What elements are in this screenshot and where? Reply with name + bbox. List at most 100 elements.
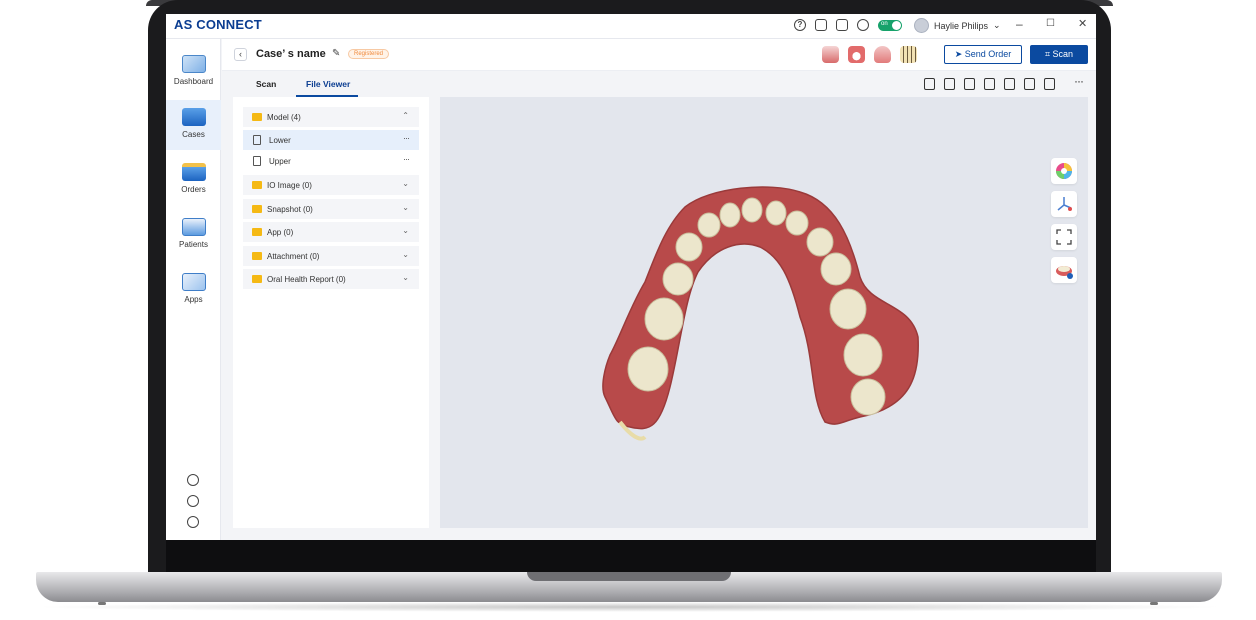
file-upper[interactable]: Upper ···: [243, 151, 419, 171]
sidebar-item-label: Patients: [179, 240, 208, 249]
user-name: Haylie Philips: [934, 20, 989, 31]
bite-icon[interactable]: [900, 46, 917, 63]
chevron-down-icon: ⌄: [402, 250, 409, 259]
folder-icon: [252, 113, 262, 121]
title-bar: AS CONNECT ? on Haylie Philips ⌄ – ☐ ✕: [166, 14, 1096, 39]
file-icon: [253, 156, 261, 166]
dental-arch-model[interactable]: [440, 97, 1088, 528]
edit-icon[interactable]: ✎: [332, 48, 340, 59]
laptop-shadow: [30, 602, 1228, 612]
calendar-icon[interactable]: [836, 19, 848, 31]
scan-label: Scan: [1052, 49, 1074, 59]
edit-file-icon[interactable]: [984, 78, 995, 90]
settings-icon[interactable]: [187, 474, 199, 486]
import-icon[interactable]: [944, 78, 955, 90]
help-icon[interactable]: ?: [794, 19, 806, 31]
orders-icon: [181, 163, 206, 181]
file-label: Upper: [269, 157, 291, 166]
fullscreen-icon: [1056, 229, 1072, 245]
minimize-button[interactable]: –: [1016, 17, 1023, 31]
occlusion-button[interactable]: [1051, 257, 1077, 283]
print-icon[interactable]: [1004, 78, 1015, 90]
chevron-down-icon: ⌄: [402, 203, 409, 212]
apps-icon: [181, 273, 206, 291]
jaw-both-icon[interactable]: [822, 46, 839, 63]
tab-bar: Scan File Viewer ···: [222, 71, 1096, 97]
tab-scan[interactable]: Scan: [256, 79, 276, 89]
sidebar-item-cases[interactable]: Cases: [166, 100, 221, 150]
file-lower[interactable]: Lower ···: [243, 130, 419, 150]
laptop-notch: [527, 572, 731, 581]
chevron-down-icon: ⌄: [402, 179, 409, 188]
folder-snapshot[interactable]: Snapshot (0) ⌄: [243, 199, 419, 219]
sidebar: Dashboard Cases Orders Patients Apps: [166, 39, 221, 540]
folder-icon: [252, 228, 262, 236]
online-toggle[interactable]: on: [878, 19, 902, 31]
folder-io-image[interactable]: IO Image (0) ⌄: [243, 175, 419, 195]
sidebar-item-apps[interactable]: Apps: [166, 265, 221, 315]
cloud-icon[interactable]: [857, 19, 869, 31]
tab-file-viewer[interactable]: File Viewer: [306, 79, 350, 89]
dashboard-icon: [181, 55, 206, 73]
screen-share-icon[interactable]: [815, 19, 827, 31]
laptop-foot: [1150, 602, 1158, 605]
laptop-foot: [98, 602, 106, 605]
back-button[interactable]: ‹: [234, 48, 247, 61]
delete-icon[interactable]: [1024, 78, 1035, 90]
folder-icon: [252, 252, 262, 260]
sidebar-item-label: Apps: [184, 295, 203, 304]
color-toggle-button[interactable]: [1051, 158, 1077, 184]
sidebar-item-label: Dashboard: [173, 77, 214, 86]
file-label: Lower: [269, 136, 291, 145]
copy-icon[interactable]: [964, 78, 975, 90]
file-icon: [253, 135, 261, 145]
axis-icon: [1057, 197, 1072, 211]
maximize-button[interactable]: ☐: [1046, 18, 1055, 29]
sidebar-item-label: Cases: [182, 130, 205, 139]
file-tree-panel: Model (4) ⌃ Lower ··· Upper ··· IO Image…: [233, 97, 429, 528]
laptop-bezel: [166, 540, 1096, 572]
send-order-button[interactable]: ➤ Send Order: [944, 45, 1022, 64]
folder-label: Attachment (0): [267, 252, 320, 261]
user-menu[interactable]: Haylie Philips ⌄: [914, 18, 1001, 33]
upper-arch-icon[interactable]: [874, 46, 891, 63]
chevron-down-icon: ⌄: [402, 273, 409, 282]
folder-app[interactable]: App (0) ⌄: [243, 222, 419, 242]
folder-label: IO Image (0): [267, 181, 312, 190]
chevron-up-icon: ⌃: [402, 111, 409, 120]
folder-model[interactable]: Model (4) ⌃: [243, 107, 419, 127]
report-icon[interactable]: [1044, 78, 1055, 90]
cases-icon: [181, 108, 206, 126]
model-viewer[interactable]: [440, 97, 1088, 528]
case-header: ‹ Case’ s name ✎ Registered ➤ Send Order…: [222, 39, 1096, 71]
scan-button[interactable]: ⌗ Scan: [1030, 45, 1088, 64]
jaw-occlusion-icon: [1056, 266, 1073, 279]
fit-view-button[interactable]: [1051, 224, 1077, 250]
close-button[interactable]: ✕: [1078, 17, 1087, 30]
folder-oral-health-report[interactable]: Oral Health Report (0) ⌄: [243, 269, 419, 289]
sidebar-item-orders[interactable]: Orders: [166, 155, 221, 205]
more-icon[interactable]: ···: [1074, 74, 1084, 88]
smile-icon[interactable]: [848, 46, 865, 63]
export-icon[interactable]: [924, 78, 935, 90]
folder-label: Snapshot (0): [267, 205, 313, 214]
info-icon[interactable]: [187, 516, 199, 528]
sidebar-item-patients[interactable]: Patients: [166, 210, 221, 260]
sidebar-item-dashboard[interactable]: Dashboard: [166, 47, 221, 97]
folder-label: App (0): [267, 228, 294, 237]
chevron-down-icon: ⌄: [402, 226, 409, 235]
folder-label: Model (4): [267, 113, 301, 122]
globe-icon[interactable]: [187, 495, 199, 507]
avatar: [914, 18, 929, 33]
folder-icon: [252, 181, 262, 189]
color-wheel-icon: [1056, 163, 1072, 179]
folder-icon: [252, 205, 262, 213]
axis-view-button[interactable]: [1051, 191, 1077, 217]
more-icon[interactable]: ···: [403, 133, 410, 143]
more-icon[interactable]: ···: [403, 154, 410, 164]
patients-icon: [181, 218, 206, 236]
file-toolbar: [924, 78, 1055, 90]
titlebar-icons: ? on: [794, 19, 902, 31]
sidebar-item-label: Orders: [181, 185, 206, 194]
folder-attachment[interactable]: Attachment (0) ⌄: [243, 246, 419, 266]
